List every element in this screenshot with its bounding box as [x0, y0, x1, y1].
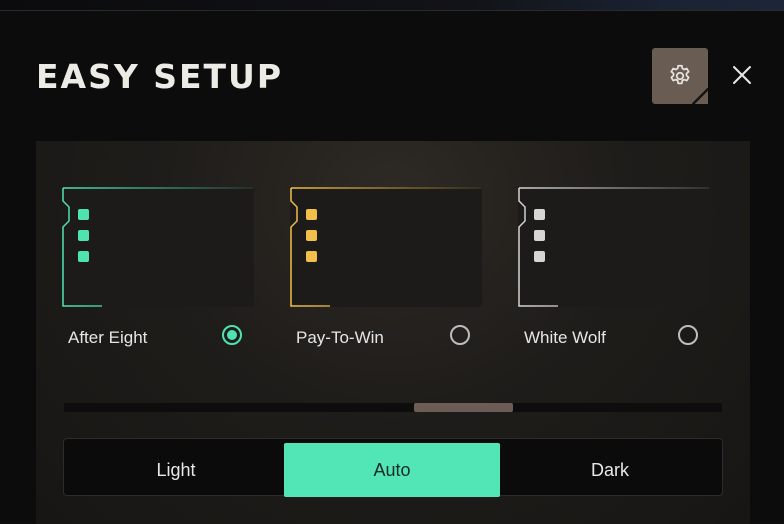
card-frame — [518, 187, 709, 307]
theme-radio[interactable] — [450, 325, 470, 345]
theme-label: Pay-To-Win — [296, 328, 384, 347]
card-frame — [290, 187, 481, 307]
theme-label: White Wolf — [524, 328, 606, 347]
theme-swatch — [78, 230, 89, 241]
theme-option-pay-to-win[interactable]: Pay-To-Win — [290, 187, 482, 347]
theme-label: After Eight — [68, 328, 148, 347]
theme-radio[interactable] — [678, 325, 698, 345]
dialog-title: EASY SETUP — [36, 57, 284, 96]
theme-swatch — [306, 209, 317, 220]
theme-preview-card[interactable] — [518, 187, 710, 307]
theme-preview-card[interactable] — [290, 187, 482, 307]
appearance-mode-selector: Light Auto Dark — [63, 438, 723, 497]
close-icon — [731, 64, 753, 86]
theme-swatch — [306, 230, 317, 241]
theme-swatch — [78, 251, 89, 262]
theme-preview-card[interactable] — [62, 187, 254, 307]
gear-icon — [667, 63, 693, 89]
button-corner-notch — [692, 88, 708, 104]
card-frame — [62, 187, 253, 307]
mode-auto-button[interactable]: Auto — [284, 443, 500, 497]
close-button[interactable] — [728, 61, 756, 89]
mode-dark-button[interactable]: Dark — [502, 443, 718, 497]
theme-swatch — [534, 230, 545, 241]
settings-button[interactable] — [652, 48, 708, 104]
radio-dot — [227, 330, 237, 340]
theme-option-white-wolf[interactable]: White Wolf — [518, 187, 710, 347]
mode-light-button[interactable]: Light — [68, 443, 284, 497]
horizontal-scrollbar[interactable] — [64, 403, 722, 412]
theme-swatch — [306, 251, 317, 262]
setup-panel: After Eight Pay-To-Win White Wolf Light … — [36, 141, 750, 524]
theme-swatch — [78, 209, 89, 220]
scrollbar-thumb[interactable] — [414, 403, 513, 412]
easy-setup-dialog: EASY SETUP After Eight Pay-To-Win White … — [0, 10, 784, 524]
theme-radio-selected[interactable] — [222, 325, 242, 345]
theme-swatch — [534, 209, 545, 220]
window-backdrop-strip — [0, 0, 784, 10]
theme-swatch — [534, 251, 545, 262]
theme-option-after-eight[interactable]: After Eight — [62, 187, 254, 347]
